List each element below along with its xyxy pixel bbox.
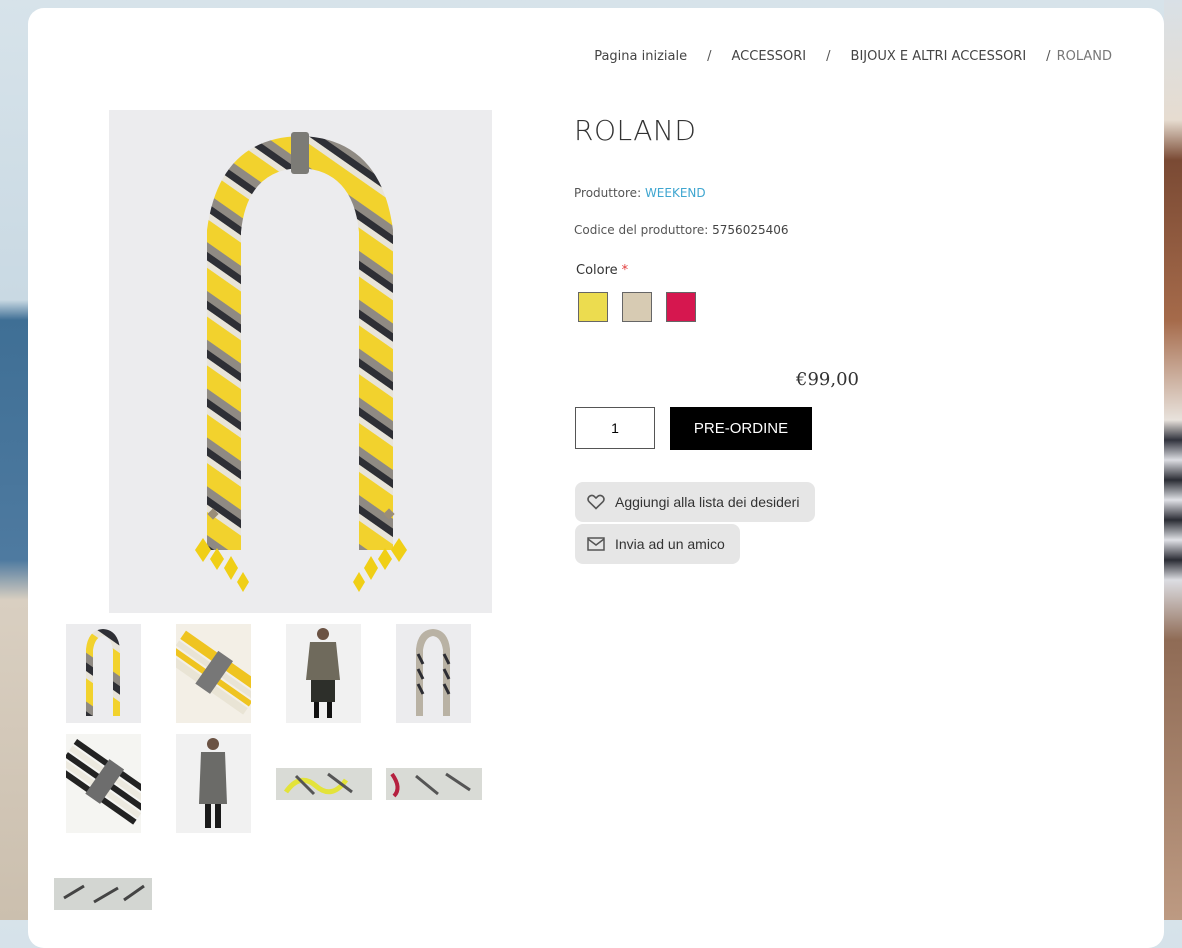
manufacturer-link[interactable]: WEEKEND xyxy=(645,186,706,200)
thumbnail-fabric-red[interactable] xyxy=(386,768,482,800)
thumbnail-model-dress[interactable] xyxy=(176,734,251,833)
add-to-wishlist-button[interactable]: Aggiungi alla lista dei desideri xyxy=(575,482,815,522)
code-label: Codice del produttore: xyxy=(574,223,709,237)
manufacturer-code-line: Codice del produttore: 5756025406 xyxy=(574,223,789,237)
manufacturer-label: Produttore: xyxy=(574,186,642,200)
product-title: ROLAND xyxy=(574,114,697,147)
background-photo-strip xyxy=(1164,0,1182,920)
clasp-thumb-icon xyxy=(165,630,264,715)
thumbnail-clasp-detail[interactable] xyxy=(165,624,264,723)
fabric-thumb-icon xyxy=(54,878,152,910)
email-friend-button[interactable]: Invia ad un amico xyxy=(575,524,740,564)
email-friend-label: Invia ad un amico xyxy=(615,536,725,552)
necklace-thumb-icon xyxy=(416,629,451,716)
color-swatch-beige[interactable] xyxy=(622,292,652,322)
thumbnail-clasp-bw[interactable] xyxy=(55,734,155,833)
model-thumb-icon xyxy=(199,738,227,828)
wishlist-label: Aggiungi alla lista dei desideri xyxy=(615,494,800,510)
thumbnail-model-jacket[interactable] xyxy=(286,624,361,723)
thumbnail-necklace-grey[interactable] xyxy=(396,624,471,723)
thumbnail-necklace-front[interactable] xyxy=(66,624,141,723)
necklace-illustration xyxy=(195,132,407,592)
main-product-image[interactable] xyxy=(109,110,492,613)
thumbnail-fabric-yellow[interactable] xyxy=(276,768,372,800)
preorder-button[interactable]: PRE-ORDINE xyxy=(670,407,812,450)
clasp-thumb-icon xyxy=(55,739,155,825)
product-panel: Pagina iniziale / ACCESSORI / BIJOUX E A… xyxy=(28,8,1164,948)
color-swatch-red[interactable] xyxy=(666,292,696,322)
code-value: 5756025406 xyxy=(712,223,789,237)
breadcrumb-separator: / xyxy=(707,49,712,64)
breadcrumb-accessori[interactable]: ACCESSORI xyxy=(732,49,807,64)
breadcrumb-current: ROLAND xyxy=(1056,49,1112,64)
model-thumb-icon xyxy=(306,628,340,718)
heart-icon xyxy=(587,493,605,511)
color-swatch-yellow[interactable] xyxy=(578,292,608,322)
breadcrumb-separator: / xyxy=(826,49,831,64)
breadcrumb-separator: / xyxy=(1046,49,1051,64)
breadcrumb: Pagina iniziale / ACCESSORI / BIJOUX E A… xyxy=(594,49,1112,64)
quantity-input[interactable] xyxy=(575,407,655,449)
manufacturer-line: Produttore: WEEKEND xyxy=(574,186,706,200)
breadcrumb-bijoux[interactable]: BIJOUX E ALTRI ACCESSORI xyxy=(851,49,1027,64)
color-label: Colore * xyxy=(576,263,628,278)
color-label-text: Colore xyxy=(576,263,618,278)
necklace-thumb-icon xyxy=(86,629,120,716)
fabric-thumb-icon xyxy=(276,768,372,800)
product-price: €99,00 xyxy=(796,369,859,390)
required-mark: * xyxy=(621,263,629,278)
thumbnail-fabric-grey[interactable] xyxy=(54,878,152,910)
envelope-icon xyxy=(587,535,605,553)
fabric-thumb-icon xyxy=(386,768,482,800)
breadcrumb-home[interactable]: Pagina iniziale xyxy=(594,49,687,64)
